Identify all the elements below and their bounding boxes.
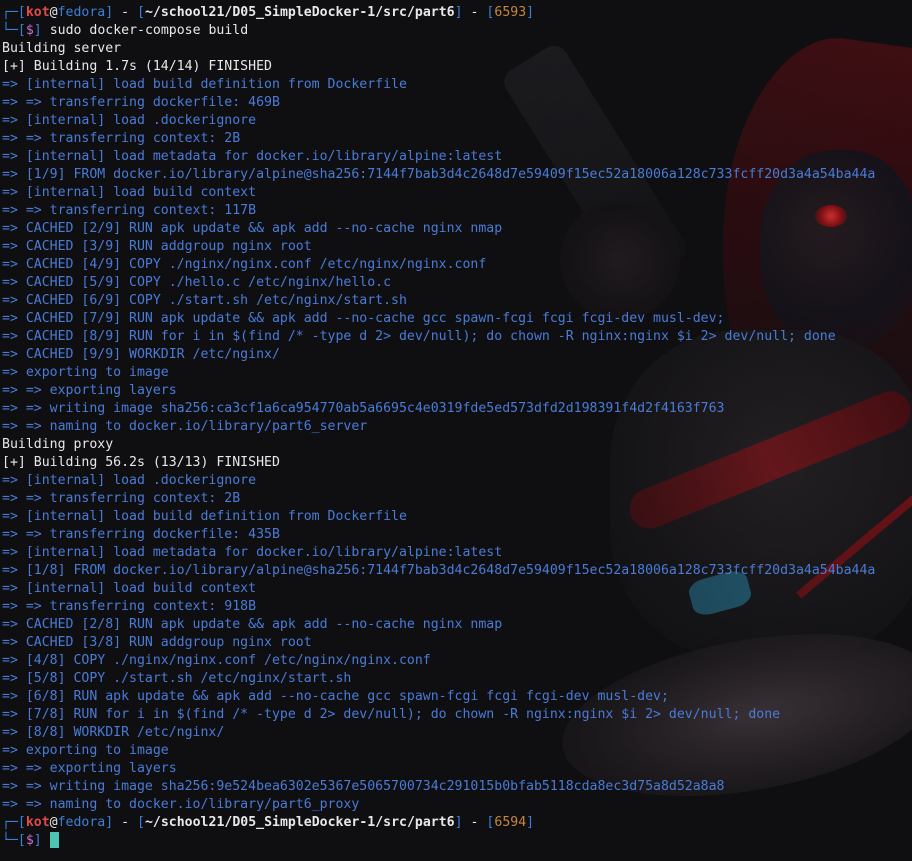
build-step: => CACHED [3/8] RUN addgroup nginx root — [2, 635, 312, 650]
build-step: => [internal] load build definition from… — [2, 509, 407, 524]
build-step: => exporting to image — [2, 743, 169, 758]
build-step: => exporting to image — [2, 365, 169, 380]
input-line[interactable]: └─[$] — [2, 832, 912, 850]
prompt-user: kot — [25, 815, 50, 830]
command-text: sudo docker-compose build — [49, 23, 249, 38]
build-step: => [1/8] FROM docker.io/library/alpine@s… — [2, 563, 876, 578]
prompt-pid: 6593 — [494, 5, 527, 20]
terminal-output[interactable]: ┌─[kot@fedora] - [~/school21/D05_SimpleD… — [2, 4, 912, 850]
build-step: => CACHED [4/9] COPY ./nginx/nginx.conf … — [2, 257, 487, 272]
server-heading: Building server — [2, 41, 122, 56]
build-step: => CACHED [3/9] RUN addgroup nginx root — [2, 239, 312, 254]
build-step: => [4/8] COPY ./nginx/nginx.conf /etc/ng… — [2, 653, 431, 668]
build-step: => [internal] load build definition from… — [2, 77, 407, 92]
build-step: => [internal] load .dockerignore — [2, 473, 257, 488]
proxy-steps: => [internal] load .dockerignore => => t… — [2, 472, 912, 814]
build-step: => => transferring dockerfile: 435B — [2, 527, 280, 542]
build-step: => => transferring context: 2B — [2, 131, 241, 146]
proxy-summary: [+] Building 56.2s (13/13) FINISHED — [2, 455, 280, 470]
build-step: => => naming to docker.io/library/part6_… — [2, 797, 360, 812]
prompt-line: ┌─[kot@fedora] - [~/school21/D05_SimpleD… — [2, 815, 535, 830]
build-step: => [7/8] RUN for i in $(find /* -type d … — [2, 707, 781, 722]
build-step: => => transferring context: 117B — [2, 203, 257, 218]
build-step: => [internal] load metadata for docker.i… — [2, 149, 503, 164]
build-step: => CACHED [2/8] RUN apk update && apk ad… — [2, 617, 503, 632]
build-step: => => writing image sha256:ca3cf1a6ca954… — [2, 401, 725, 416]
build-step: => [1/9] FROM docker.io/library/alpine@s… — [2, 167, 876, 182]
build-step: => => naming to docker.io/library/part6_… — [2, 419, 368, 434]
build-step: => CACHED [7/9] RUN apk update && apk ad… — [2, 311, 725, 326]
prompt-host: fedora — [57, 5, 106, 20]
prompt-path: ~/school21/D05_SimpleDocker-1/src/part6 — [144, 815, 455, 830]
prompt-line: ┌─[kot@fedora] - [~/school21/D05_SimpleD… — [2, 5, 535, 20]
build-step: => CACHED [8/9] RUN for i in $(find /* -… — [2, 329, 836, 344]
build-step: => [internal] load build context — [2, 185, 257, 200]
build-step: => CACHED [5/9] COPY ./hello.c /etc/ngin… — [2, 275, 392, 290]
build-step: => => exporting layers — [2, 761, 177, 776]
command-line: └─[$] sudo docker-compose build — [2, 23, 249, 38]
build-step: => => transferring dockerfile: 469B — [2, 95, 280, 110]
proxy-heading: Building proxy — [2, 437, 114, 452]
server-steps: => [internal] load build definition from… — [2, 76, 912, 436]
server-summary: [+] Building 1.7s (14/14) FINISHED — [2, 59, 272, 74]
build-step: => [internal] load build context — [2, 581, 257, 596]
build-step: => [internal] load .dockerignore — [2, 113, 257, 128]
prompt-host: fedora — [57, 815, 106, 830]
build-step: => [8/8] WORKDIR /etc/nginx/ — [2, 725, 225, 740]
prompt-pid: 6594 — [494, 815, 527, 830]
build-step: => => transferring context: 918B — [2, 599, 257, 614]
build-step: => => transferring context: 2B — [2, 491, 241, 506]
build-step: => [5/8] COPY ./start.sh /etc/nginx/star… — [2, 671, 352, 686]
build-step: => => writing image sha256:9e524bea6302e… — [2, 779, 725, 794]
text-cursor[interactable] — [49, 832, 59, 848]
build-step: => CACHED [9/9] WORKDIR /etc/nginx/ — [2, 347, 280, 362]
prompt-path: ~/school21/D05_SimpleDocker-1/src/part6 — [144, 5, 455, 20]
build-step: => CACHED [2/9] RUN apk update && apk ad… — [2, 221, 503, 236]
build-step: => [6/8] RUN apk update && apk add --no-… — [2, 689, 669, 704]
build-step: => CACHED [6/9] COPY ./start.sh /etc/ngi… — [2, 293, 407, 308]
build-step: => [internal] load metadata for docker.i… — [2, 545, 503, 560]
build-step: => => exporting layers — [2, 383, 177, 398]
prompt-user: kot — [25, 5, 50, 20]
